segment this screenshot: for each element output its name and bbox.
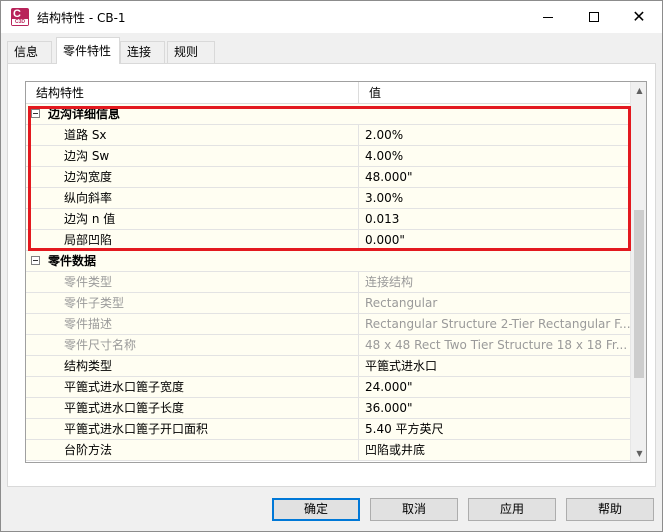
- row-gutter: [26, 398, 46, 418]
- property-value: Rectangular: [359, 293, 630, 313]
- minimize-button[interactable]: [525, 1, 571, 33]
- property-value: 48 x 48 Rect Two Tier Structure 18 x 18 …: [359, 335, 630, 355]
- table-row: 零件描述 Rectangular Structure 2-Tier Rectang…: [26, 314, 630, 335]
- maximize-button[interactable]: [571, 1, 617, 33]
- property-name: 平篦式进水口篦子开口面积: [46, 419, 359, 439]
- vertical-scrollbar[interactable]: ▲ ▼: [630, 82, 646, 462]
- column-header-value[interactable]: 值: [359, 82, 630, 104]
- group-label: 零件数据: [46, 251, 630, 271]
- property-name: 零件描述: [46, 314, 359, 334]
- table-row[interactable]: 道路 Sx 2.00%: [26, 125, 630, 146]
- close-icon: ✕: [632, 7, 646, 26]
- help-button[interactable]: 帮助: [566, 498, 654, 521]
- property-value[interactable]: 0.013: [359, 209, 630, 229]
- property-value[interactable]: 4.00%: [359, 146, 630, 166]
- property-value[interactable]: 2.00%: [359, 125, 630, 145]
- row-gutter: [26, 188, 46, 208]
- scrollbar-thumb[interactable]: [634, 210, 644, 378]
- table-row[interactable]: 平篦式进水口篦子开口面积 5.40 平方英尺: [26, 419, 630, 440]
- row-gutter: [26, 251, 46, 271]
- table-row[interactable]: 结构类型 平篦式进水口: [26, 356, 630, 377]
- scroll-up-icon[interactable]: ▲: [631, 82, 646, 99]
- property-name: 零件尺寸名称: [46, 335, 359, 355]
- property-value[interactable]: 3.00%: [359, 188, 630, 208]
- property-name: 边沟 n 值: [46, 209, 359, 229]
- app-icon-subtext: C3D: [12, 19, 28, 25]
- property-value[interactable]: 36.000": [359, 398, 630, 418]
- title-bar[interactable]: C C3D 结构特性 - CB-1 ✕: [1, 1, 662, 33]
- property-name: 平篦式进水口篦子宽度: [46, 377, 359, 397]
- property-grid: 结构特性 值 边沟详细信息 道路 Sx 2.00% 边沟 Sw 4.00% 边沟宽度…: [25, 81, 647, 463]
- tab-part-properties[interactable]: 零件特性: [56, 37, 120, 64]
- row-gutter: [26, 440, 46, 460]
- cancel-button[interactable]: 取消: [370, 498, 458, 521]
- row-gutter: [26, 125, 46, 145]
- tab-connections[interactable]: 连接: [120, 41, 165, 63]
- row-gutter: [26, 272, 46, 292]
- column-header-property[interactable]: 结构特性: [26, 82, 359, 104]
- row-gutter: [26, 167, 46, 187]
- tab-strip: 信息 零件特性 连接 规则: [1, 37, 662, 64]
- maximize-icon: [589, 12, 599, 22]
- property-value[interactable]: 5.40 平方英尺: [359, 419, 630, 439]
- scroll-down-icon[interactable]: ▼: [631, 445, 646, 462]
- property-value[interactable]: 0.000": [359, 230, 630, 250]
- property-value[interactable]: 24.000": [359, 377, 630, 397]
- property-value: Rectangular Structure 2-Tier Rectangular…: [359, 314, 630, 334]
- group-row-gutter-details[interactable]: 边沟详细信息: [26, 104, 630, 125]
- civil3d-app-icon: C C3D: [11, 8, 29, 26]
- collapse-icon[interactable]: [31, 109, 40, 118]
- property-name: 边沟宽度: [46, 167, 359, 187]
- row-gutter: [26, 356, 46, 376]
- apply-button[interactable]: 应用: [468, 498, 556, 521]
- row-gutter: [26, 419, 46, 439]
- table-row[interactable]: 边沟 n 值 0.013: [26, 209, 630, 230]
- group-label: 边沟详细信息: [46, 104, 630, 124]
- property-name: 平篦式进水口篦子长度: [46, 398, 359, 418]
- table-row[interactable]: 边沟宽度 48.000": [26, 167, 630, 188]
- row-gutter: [26, 293, 46, 313]
- property-name: 边沟 Sw: [46, 146, 359, 166]
- row-gutter: [26, 377, 46, 397]
- close-button[interactable]: ✕: [616, 1, 662, 33]
- row-gutter: [26, 314, 46, 334]
- group-row-part-data[interactable]: 零件数据: [26, 251, 630, 272]
- structure-properties-dialog: C C3D 结构特性 - CB-1 ✕ 信息 零件特性 连接 规则 结构特性 值…: [0, 0, 663, 532]
- window-title: 结构特性 - CB-1: [37, 11, 126, 25]
- row-gutter: [26, 209, 46, 229]
- table-row: 零件类型 连接结构: [26, 272, 630, 293]
- table-row[interactable]: 纵向斜率 3.00%: [26, 188, 630, 209]
- property-name: 纵向斜率: [46, 188, 359, 208]
- property-name: 结构类型: [46, 356, 359, 376]
- row-gutter: [26, 104, 46, 124]
- table-row[interactable]: 台阶方法 凹陷或井底: [26, 440, 630, 461]
- row-gutter: [26, 146, 46, 166]
- collapse-icon[interactable]: [31, 256, 40, 265]
- property-name: 局部凹陷: [46, 230, 359, 250]
- minimize-icon: [543, 16, 553, 18]
- row-gutter: [26, 335, 46, 355]
- property-value[interactable]: 平篦式进水口: [359, 356, 630, 376]
- tab-rules[interactable]: 规则: [167, 41, 215, 63]
- row-gutter: [26, 230, 46, 250]
- table-row[interactable]: 平篦式进水口篦子长度 36.000": [26, 398, 630, 419]
- property-name: 道路 Sx: [46, 125, 359, 145]
- tab-info[interactable]: 信息: [7, 41, 52, 63]
- table-row: 零件尺寸名称 48 x 48 Rect Two Tier Structure 18…: [26, 335, 630, 356]
- table-row[interactable]: 边沟 Sw 4.00%: [26, 146, 630, 167]
- ok-button[interactable]: 确定: [272, 498, 360, 521]
- property-value: 连接结构: [359, 272, 630, 292]
- property-value[interactable]: 凹陷或井底: [359, 440, 630, 460]
- table-row: 零件子类型 Rectangular: [26, 293, 630, 314]
- grid-rows: 边沟详细信息 道路 Sx 2.00% 边沟 Sw 4.00% 边沟宽度 48.000"…: [26, 104, 630, 461]
- property-value[interactable]: 48.000": [359, 167, 630, 187]
- property-name: 零件子类型: [46, 293, 359, 313]
- table-row[interactable]: 局部凹陷 0.000": [26, 230, 630, 251]
- table-row[interactable]: 平篦式进水口篦子宽度 24.000": [26, 377, 630, 398]
- grid-header: 结构特性 值: [26, 82, 630, 104]
- property-name: 台阶方法: [46, 440, 359, 460]
- property-name: 零件类型: [46, 272, 359, 292]
